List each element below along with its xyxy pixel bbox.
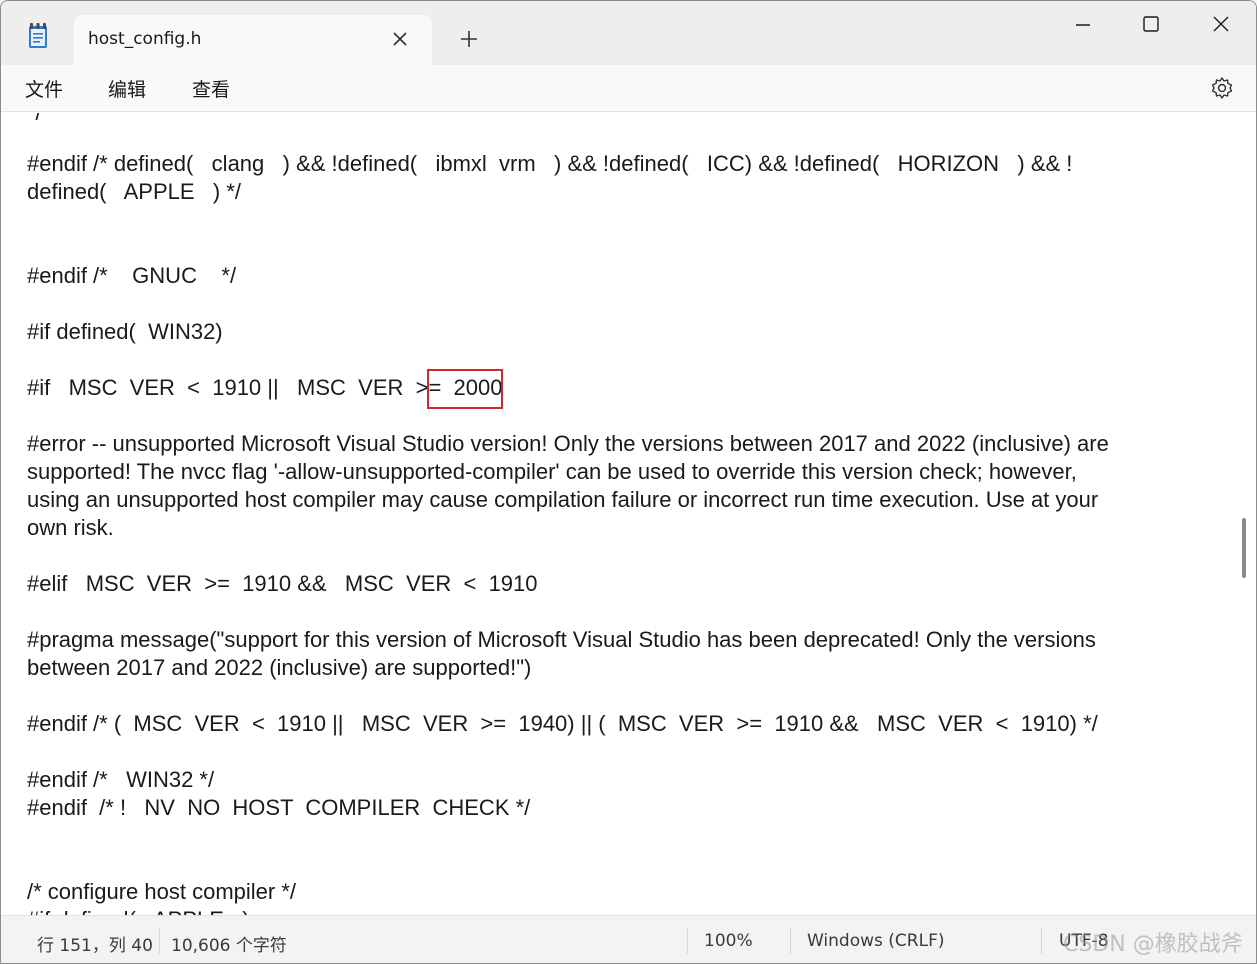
code-line: between 2017 and 2022 (inclusive) are su…: [27, 655, 532, 680]
menu-view[interactable]: 查看: [192, 75, 230, 102]
settings-gear-icon[interactable]: [1209, 75, 1235, 101]
code-line: #if defined( WIN32): [27, 319, 223, 344]
tab-close-icon[interactable]: [388, 27, 412, 51]
title-bar: host_config.h: [1, 1, 1256, 65]
maximize-icon[interactable]: [1136, 11, 1166, 39]
status-divider: [687, 928, 688, 954]
tab-title: host_config.h: [88, 29, 202, 49]
code-line: using an unsupported host compiler may c…: [27, 487, 1099, 512]
notepad-window: host_config.h 文件 编辑 查看 #endif /* defined…: [0, 0, 1257, 964]
status-position: 行 151，列 40: [37, 936, 153, 956]
code-line: #endif /* GNUC */: [27, 263, 237, 288]
highlight-annotation-box: [427, 369, 503, 409]
notepad-app-icon: [27, 23, 49, 49]
new-tab-plus-icon[interactable]: [457, 27, 481, 51]
status-bar: 行 151，列 40 10,606 个字符 100% Windows (CRLF…: [1, 915, 1256, 963]
code-line: supported! The nvcc flag '-allow-unsuppo…: [27, 459, 1077, 484]
code-line: */: [27, 113, 42, 127]
menu-bar: 文件 编辑 查看: [1, 65, 1256, 112]
code-line: defined( APPLE ) */: [27, 179, 242, 204]
code-line: #error -- unsupported Microsoft Visual S…: [27, 431, 1109, 456]
code-line: /* configure host compiler */: [27, 879, 297, 904]
minimize-icon[interactable]: [1068, 11, 1098, 39]
status-char-count: 10,606 个字符: [171, 936, 287, 956]
csdn-watermark: CSDN @橡胶战斧: [1063, 932, 1243, 957]
code-line: #elif MSC VER >= 1910 && MSC VER < 1910: [27, 571, 538, 596]
code-line: #endif /* ( MSC VER < 1910 || MSC VER >=…: [27, 711, 1098, 736]
code-line: #endif /* ! NV NO HOST COMPILER CHECK */: [27, 795, 531, 820]
status-line-ending[interactable]: Windows (CRLF): [807, 931, 945, 951]
code-line: #endif /* WIN32 */: [27, 767, 215, 792]
status-zoom[interactable]: 100%: [704, 931, 753, 951]
status-divider: [790, 928, 791, 954]
menu-edit[interactable]: 编辑: [108, 75, 146, 102]
vertical-scrollbar-thumb[interactable]: [1242, 518, 1246, 578]
text-editor[interactable]: */ #endif /* defined( clang ) && !define…: [1, 113, 1241, 915]
tab-host-config[interactable]: host_config.h: [74, 15, 432, 65]
code-line: #endif /* defined( clang ) && !defined( …: [27, 151, 1073, 176]
code-line: own risk.: [27, 515, 114, 540]
close-window-icon[interactable]: [1206, 11, 1236, 39]
status-divider: [1041, 928, 1042, 954]
code-line: #pragma message("support for this versio…: [27, 627, 1096, 652]
status-divider: [159, 928, 160, 954]
menu-file[interactable]: 文件: [25, 75, 63, 102]
code-line: #if defined( APPLE ): [27, 906, 250, 915]
